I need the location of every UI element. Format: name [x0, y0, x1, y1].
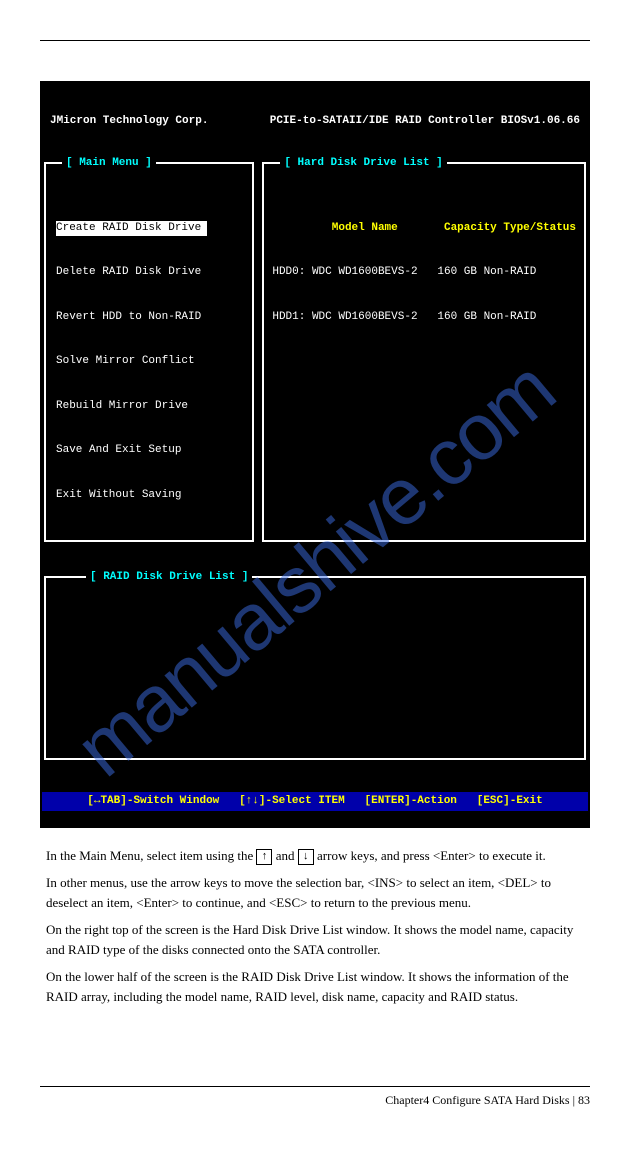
doc-p1b: and [276, 848, 298, 863]
up-arrow-icon: ↑ [256, 849, 272, 865]
bios-footer-keys: [↔TAB]-Switch Window [↑↓]-Select ITEM [E… [42, 792, 588, 811]
page-footer: Chapter4 Configure SATA Hard Disks | 83 [40, 1091, 590, 1109]
bios-vendor: JMicron Technology Corp. [50, 114, 270, 129]
menu-item-rebuild[interactable]: Rebuild Mirror Drive [54, 399, 244, 414]
document-body: In the Main Menu, select item using the … [40, 846, 590, 1007]
down-arrow-icon: ↓ [298, 849, 314, 865]
bios-title: PCIE-to-SATAII/IDE RAID Controller BIOSv… [270, 114, 580, 129]
main-menu-box: [ Main Menu ] Create RAID Disk Drive Del… [44, 162, 254, 542]
doc-p4: On the lower half of the screen is the R… [46, 967, 584, 1006]
raid-list-title: [ RAID Disk Drive List ] [86, 570, 252, 585]
hdd-row: HDD1: WDC WD1600BEVS-2 160 GB Non-RAID [272, 310, 576, 325]
raid-list-box: [ RAID Disk Drive List ] [44, 576, 586, 760]
doc-p1a: In the Main Menu, select item using the [46, 848, 256, 863]
hdd-row: HDD0: WDC WD1600BEVS-2 160 GB Non-RAID [272, 265, 576, 280]
doc-p1c: arrow keys, and press <Enter> to execute… [317, 848, 546, 863]
menu-item-revert[interactable]: Revert HDD to Non-RAID [54, 310, 244, 325]
menu-item-solve[interactable]: Solve Mirror Conflict [54, 354, 244, 369]
menu-item-delete[interactable]: Delete RAID Disk Drive [54, 265, 244, 280]
hdd-column-headings: Model Name Capacity Type/Status [272, 221, 576, 236]
hdd-list-box: [ Hard Disk Drive List ] Model Name Capa… [262, 162, 586, 542]
main-menu-title: [ Main Menu ] [62, 156, 156, 171]
hdd-list-title: [ Hard Disk Drive List ] [280, 156, 446, 171]
menu-item-save[interactable]: Save And Exit Setup [54, 443, 244, 458]
menu-item-exit[interactable]: Exit Without Saving [54, 488, 244, 503]
doc-p3: On the right top of the screen is the Ha… [46, 920, 584, 959]
menu-item-create[interactable]: Create RAID Disk Drive [56, 221, 207, 236]
bios-screenshot: JMicron Technology Corp. PCIE-to-SATAII/… [40, 81, 590, 828]
